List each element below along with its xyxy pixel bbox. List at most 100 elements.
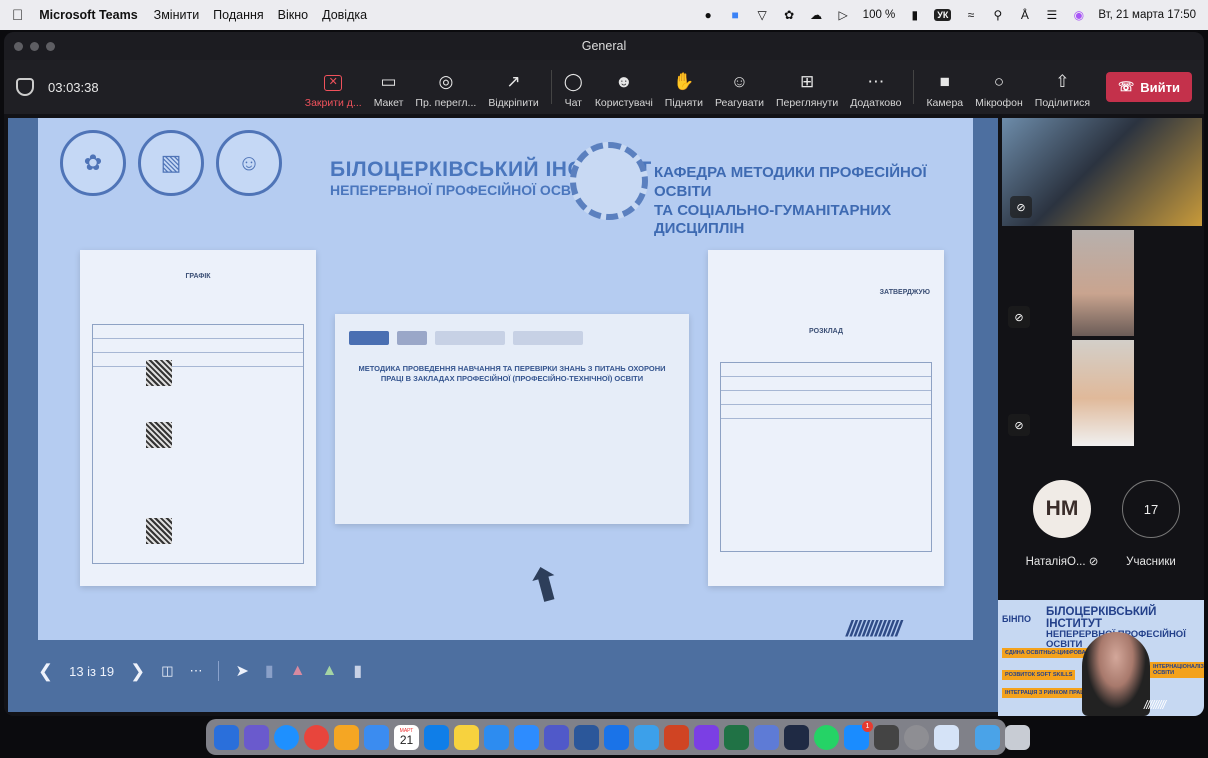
popout-button[interactable]: ↗ Відкріпити — [482, 65, 544, 109]
participant-video-3[interactable] — [1072, 340, 1134, 446]
search-icon[interactable]: ⚲ — [990, 8, 1005, 22]
app-store-icon[interactable] — [424, 724, 449, 750]
app-icon[interactable] — [484, 724, 509, 750]
extension-icon[interactable]: ✿ — [782, 8, 797, 22]
shield-status-icon[interactable]: ● — [701, 8, 716, 22]
mic-muted-icon: ⊘ — [1008, 414, 1030, 436]
window-title: General — [581, 39, 627, 53]
app-icon[interactable] — [724, 724, 749, 750]
app-icon[interactable] — [754, 724, 779, 750]
raise-hand-button[interactable]: ✋ Підняти — [659, 65, 709, 109]
calendar-icon[interactable]: МАРТ 21 — [394, 724, 419, 750]
menu-edit[interactable]: Змінити — [154, 8, 200, 22]
share-button[interactable]: ⇧ Поділитися — [1029, 65, 1096, 109]
wifi-icon[interactable]: ≈ — [963, 8, 978, 22]
timetable-document: ЗАТВЕРДЖУЮ РОЗКЛАД — [708, 250, 944, 586]
slides-grid-icon[interactable]: ◫ — [161, 663, 173, 679]
more-options-icon[interactable]: ⋯ — [189, 663, 202, 679]
menu-help[interactable]: Довідка — [322, 8, 367, 22]
marker-icon[interactable]: ▲ — [290, 662, 306, 680]
battery-icon[interactable]: ▮ — [907, 8, 922, 22]
participant-video-2[interactable] — [1072, 230, 1134, 336]
app-icon[interactable] — [604, 724, 629, 750]
menu-app-name[interactable]: Microsoft Teams — [39, 8, 137, 22]
zoom-icon[interactable] — [514, 724, 539, 750]
prev-slide-button[interactable]: ❮ — [38, 661, 53, 682]
downloads-folder-icon[interactable] — [975, 724, 1000, 750]
timetable-table — [720, 362, 932, 552]
datetime[interactable]: Вт, 21 марта 17:50 — [1098, 9, 1196, 21]
teams-icon[interactable] — [544, 724, 569, 750]
vpn-icon[interactable]: ▽ — [755, 8, 770, 22]
qr-code-icon — [146, 422, 172, 448]
participant-avatar-tile[interactable]: НМ НаталіяО... ⊘ — [1022, 480, 1102, 568]
mic-button[interactable]: ○ Мікрофон — [969, 65, 1029, 109]
teams-window: General 03:03:38 ✕ Закрити д... ▭ Макет … — [4, 32, 1204, 716]
university-logo-icon: ▧ — [138, 130, 204, 196]
preview-button[interactable]: ◎ Пр. перегл... — [409, 65, 482, 109]
schedule-document: ГРАФІК — [80, 250, 316, 586]
minimize-window-button[interactable] — [30, 41, 39, 51]
calculator-icon[interactable] — [874, 724, 899, 750]
next-slide-button[interactable]: ❯ — [130, 661, 145, 682]
safari-icon[interactable] — [274, 724, 299, 750]
people-button[interactable]: ☻ Користувачі — [589, 65, 659, 109]
people-icon: ☻ — [614, 72, 633, 91]
bluetooth-icon[interactable]: Å — [1017, 8, 1032, 22]
cloud-icon[interactable]: ☁ — [809, 8, 824, 22]
apple-icon[interactable]:  — [12, 7, 23, 24]
participants-count-tile[interactable]: 17 Учасники — [1116, 480, 1186, 568]
app-icon[interactable] — [784, 724, 809, 750]
react-button[interactable]: ☺ Реагувати — [709, 65, 770, 109]
camera-button[interactable]: ■ Камера — [920, 65, 969, 109]
finder-icon[interactable] — [214, 724, 239, 750]
powerpoint-icon[interactable] — [664, 724, 689, 750]
whatsapp-icon[interactable] — [814, 724, 839, 750]
menu-window[interactable]: Вікно — [278, 8, 308, 22]
laser-pointer-icon[interactable]: ➤ — [235, 661, 248, 681]
mic-muted-icon: ⊘ — [1088, 556, 1099, 568]
highlighter-icon[interactable]: ▲ — [322, 662, 338, 680]
siri-icon[interactable]: ◉ — [1071, 8, 1086, 22]
zoom-window-button[interactable] — [46, 41, 55, 51]
chat-button[interactable]: ◯ Чат — [558, 65, 589, 109]
layout-button[interactable]: ▭ Макет — [368, 65, 410, 109]
menu-view[interactable]: Подання — [213, 8, 263, 22]
app-icon[interactable] — [694, 724, 719, 750]
more-button[interactable]: ⋯ Додатково — [844, 65, 907, 109]
view-button[interactable]: ⊞ Переглянути — [770, 65, 844, 109]
shared-content[interactable]: ✿ ▧ ☺ БІЛОЦЕРКІВСЬКИЙ ІНСТИТУТ НЕПЕРЕРВН… — [8, 118, 998, 712]
title-bar: General — [4, 32, 1204, 60]
preview-icon[interactable] — [934, 724, 959, 750]
photos-icon[interactable] — [334, 724, 359, 750]
participant-video-1[interactable]: ⊘ — [1002, 118, 1202, 226]
word-icon[interactable] — [574, 724, 599, 750]
app-status-icon[interactable]: ■ — [728, 8, 743, 22]
mail-icon[interactable] — [364, 724, 389, 750]
schedule-table — [92, 324, 304, 564]
trash-icon[interactable] — [1005, 724, 1030, 750]
emoji-icon: ☺ — [730, 72, 749, 91]
app-store-icon[interactable]: 1 — [844, 720, 873, 750]
slide-navigation: ❮ 13 із 19 ❯ ◫ ⋯ ➤ ▮ ▲ ▲ ▮ — [38, 654, 362, 688]
chrome-icon[interactable] — [304, 724, 329, 750]
input-source[interactable]: УК — [934, 9, 952, 21]
pen-icon[interactable]: ▮ — [265, 661, 274, 681]
notes-icon[interactable] — [454, 724, 479, 750]
toolbar-divider — [550, 70, 552, 104]
leave-button[interactable]: ☏ Вийти — [1106, 72, 1192, 102]
play-icon[interactable]: ▷ — [836, 8, 851, 22]
participant-name: НаталіяО... — [1025, 556, 1086, 568]
background-badge: ІНТЕРНАЦІОНАЛІЗАЦІЯ ОСВІТИ — [1150, 662, 1204, 678]
department-gear-logo-icon — [570, 142, 648, 220]
menu-bar:  Microsoft Teams Змінити Подання Вікно … — [0, 0, 1208, 30]
launchpad-icon[interactable] — [244, 724, 269, 750]
control-center-icon[interactable]: ☰ — [1044, 8, 1059, 22]
app-icon[interactable] — [634, 724, 659, 750]
view-icon: ◎ — [438, 72, 454, 91]
stop-sharing-button[interactable]: ✕ Закрити д... — [299, 65, 368, 109]
close-window-button[interactable] — [14, 41, 23, 51]
presenter-video[interactable]: БІНПО БІЛОЦЕРКІВСЬКИЙ ІНСТИТУТ НЕПЕРЕРВН… — [998, 600, 1204, 716]
eraser-icon[interactable]: ▮ — [353, 661, 362, 681]
system-settings-icon[interactable] — [904, 724, 929, 750]
